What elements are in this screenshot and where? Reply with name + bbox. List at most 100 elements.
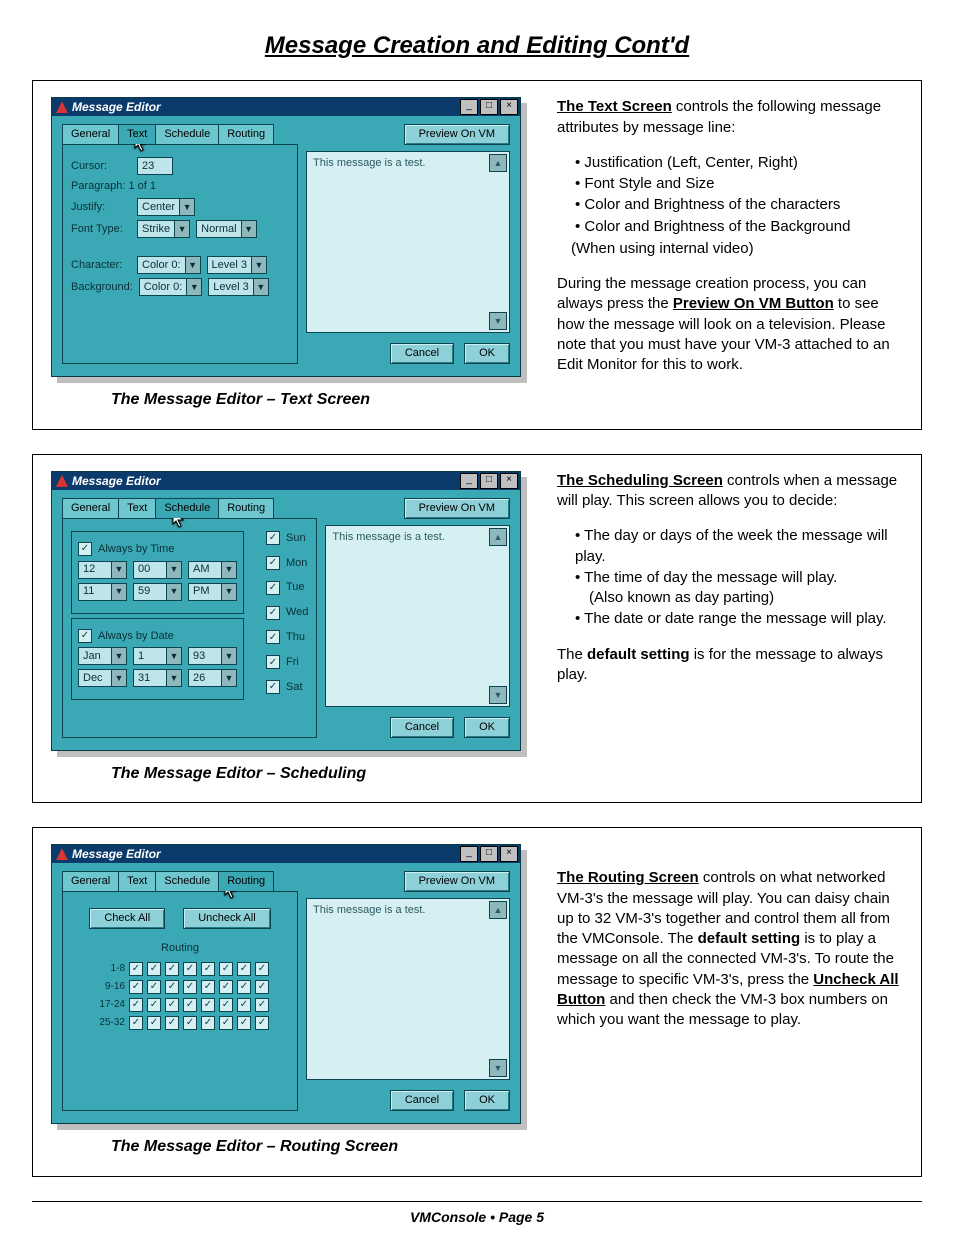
routing-checkbox[interactable]	[165, 980, 179, 994]
date-from-month[interactable]: Jan▼	[78, 647, 127, 665]
routing-checkbox[interactable]	[237, 998, 251, 1012]
routing-checkbox[interactable]	[165, 962, 179, 976]
routing-checkbox[interactable]	[201, 980, 215, 994]
routing-checkbox[interactable]	[201, 1016, 215, 1030]
font-type-combo[interactable]: Strike▼	[137, 220, 190, 238]
close-icon[interactable]: ×	[500, 473, 518, 489]
chevron-down-icon[interactable]: ▼	[185, 257, 200, 273]
routing-checkbox[interactable]	[147, 962, 161, 976]
chevron-down-icon[interactable]: ▼	[251, 257, 266, 273]
message-preview-box[interactable]: This message is a test. ▲ ▼	[306, 898, 510, 1080]
date-to-month[interactable]: Dec▼	[78, 669, 127, 687]
routing-checkbox[interactable]	[237, 980, 251, 994]
justify-combo[interactable]: Center▼	[137, 198, 195, 216]
chevron-down-icon[interactable]: ▼	[253, 279, 268, 295]
routing-checkbox[interactable]	[147, 980, 161, 994]
day-checkbox[interactable]	[266, 531, 280, 545]
cursor-value[interactable]: 23	[137, 157, 173, 175]
minimize-icon[interactable]: _	[460, 846, 478, 862]
routing-checkbox[interactable]	[165, 1016, 179, 1030]
routing-checkbox[interactable]	[147, 1016, 161, 1030]
scroll-up-icon[interactable]: ▲	[489, 154, 507, 172]
tab-schedule[interactable]: Schedule	[155, 871, 219, 891]
scroll-up-icon[interactable]: ▲	[489, 528, 507, 546]
tab-routing[interactable]: Routing	[218, 498, 274, 518]
day-checkbox[interactable]	[266, 680, 280, 694]
date-to-day[interactable]: 31▼	[133, 669, 182, 687]
cancel-button[interactable]: Cancel	[390, 717, 454, 738]
routing-checkbox[interactable]	[219, 998, 233, 1012]
bg-level-combo[interactable]: Level 3▼	[208, 278, 268, 296]
day-checkbox[interactable]	[266, 630, 280, 644]
routing-checkbox[interactable]	[237, 1016, 251, 1030]
tab-text[interactable]: Text	[118, 871, 156, 891]
date-to-year[interactable]: 26▼	[188, 669, 237, 687]
routing-checkbox[interactable]	[219, 980, 233, 994]
ok-button[interactable]: OK	[464, 343, 510, 364]
routing-checkbox[interactable]	[183, 998, 197, 1012]
char-color-combo[interactable]: Color 0:▼	[137, 256, 201, 274]
routing-checkbox[interactable]	[219, 962, 233, 976]
preview-button[interactable]: Preview On VM	[404, 498, 510, 519]
char-level-combo[interactable]: Level 3▼	[207, 256, 267, 274]
uncheck-all-button[interactable]: Uncheck All	[183, 908, 270, 929]
chevron-down-icon[interactable]: ▼	[174, 221, 189, 237]
routing-checkbox[interactable]	[129, 998, 143, 1012]
routing-checkbox[interactable]	[129, 980, 143, 994]
ok-button[interactable]: OK	[464, 717, 510, 738]
routing-checkbox[interactable]	[201, 962, 215, 976]
tab-routing[interactable]: Routing	[218, 871, 274, 891]
maximize-icon[interactable]: □	[480, 99, 498, 115]
time-from-ampm[interactable]: AM▼	[188, 561, 237, 579]
routing-checkbox[interactable]	[183, 962, 197, 976]
cancel-button[interactable]: Cancel	[390, 343, 454, 364]
message-preview-box[interactable]: This message is a test. ▲ ▼	[306, 151, 510, 333]
routing-checkbox[interactable]	[255, 962, 269, 976]
time-to-hour[interactable]: 11▼	[78, 583, 127, 601]
ok-button[interactable]: OK	[464, 1090, 510, 1111]
tab-schedule[interactable]: Schedule	[155, 124, 219, 144]
cancel-button[interactable]: Cancel	[390, 1090, 454, 1111]
tab-general[interactable]: General	[62, 871, 119, 891]
tab-routing[interactable]: Routing	[218, 124, 274, 144]
minimize-icon[interactable]: _	[460, 99, 478, 115]
routing-checkbox[interactable]	[201, 998, 215, 1012]
font-weight-combo[interactable]: Normal▼	[196, 220, 256, 238]
maximize-icon[interactable]: □	[480, 473, 498, 489]
day-checkbox[interactable]	[266, 606, 280, 620]
scroll-down-icon[interactable]: ▼	[489, 312, 507, 330]
day-checkbox[interactable]	[266, 581, 280, 595]
day-checkbox[interactable]	[266, 556, 280, 570]
routing-checkbox[interactable]	[255, 998, 269, 1012]
date-from-day[interactable]: 1▼	[133, 647, 182, 665]
minimize-icon[interactable]: _	[460, 473, 478, 489]
routing-checkbox[interactable]	[129, 1016, 143, 1030]
tab-general[interactable]: General	[62, 124, 119, 144]
routing-checkbox[interactable]	[147, 998, 161, 1012]
routing-checkbox[interactable]	[219, 1016, 233, 1030]
tab-schedule[interactable]: Schedule	[155, 498, 219, 518]
routing-checkbox[interactable]	[129, 962, 143, 976]
time-to-min[interactable]: 59▼	[133, 583, 182, 601]
scroll-down-icon[interactable]: ▼	[489, 686, 507, 704]
day-checkbox[interactable]	[266, 655, 280, 669]
chevron-down-icon[interactable]: ▼	[241, 221, 256, 237]
date-from-year[interactable]: 93▼	[188, 647, 237, 665]
close-icon[interactable]: ×	[500, 846, 518, 862]
time-to-ampm[interactable]: PM▼	[188, 583, 237, 601]
maximize-icon[interactable]: □	[480, 846, 498, 862]
time-from-min[interactable]: 00▼	[133, 561, 182, 579]
bg-color-combo[interactable]: Color 0:▼	[139, 278, 203, 296]
routing-checkbox[interactable]	[255, 980, 269, 994]
chevron-down-icon[interactable]: ▼	[179, 199, 194, 215]
routing-checkbox[interactable]	[165, 998, 179, 1012]
always-time-checkbox[interactable]	[78, 542, 92, 556]
check-all-button[interactable]: Check All	[89, 908, 165, 929]
close-icon[interactable]: ×	[500, 99, 518, 115]
routing-checkbox[interactable]	[183, 980, 197, 994]
preview-button[interactable]: Preview On VM	[404, 124, 510, 145]
scroll-up-icon[interactable]: ▲	[489, 901, 507, 919]
routing-checkbox[interactable]	[237, 962, 251, 976]
routing-checkbox[interactable]	[255, 1016, 269, 1030]
tab-text[interactable]: Text	[118, 498, 156, 518]
